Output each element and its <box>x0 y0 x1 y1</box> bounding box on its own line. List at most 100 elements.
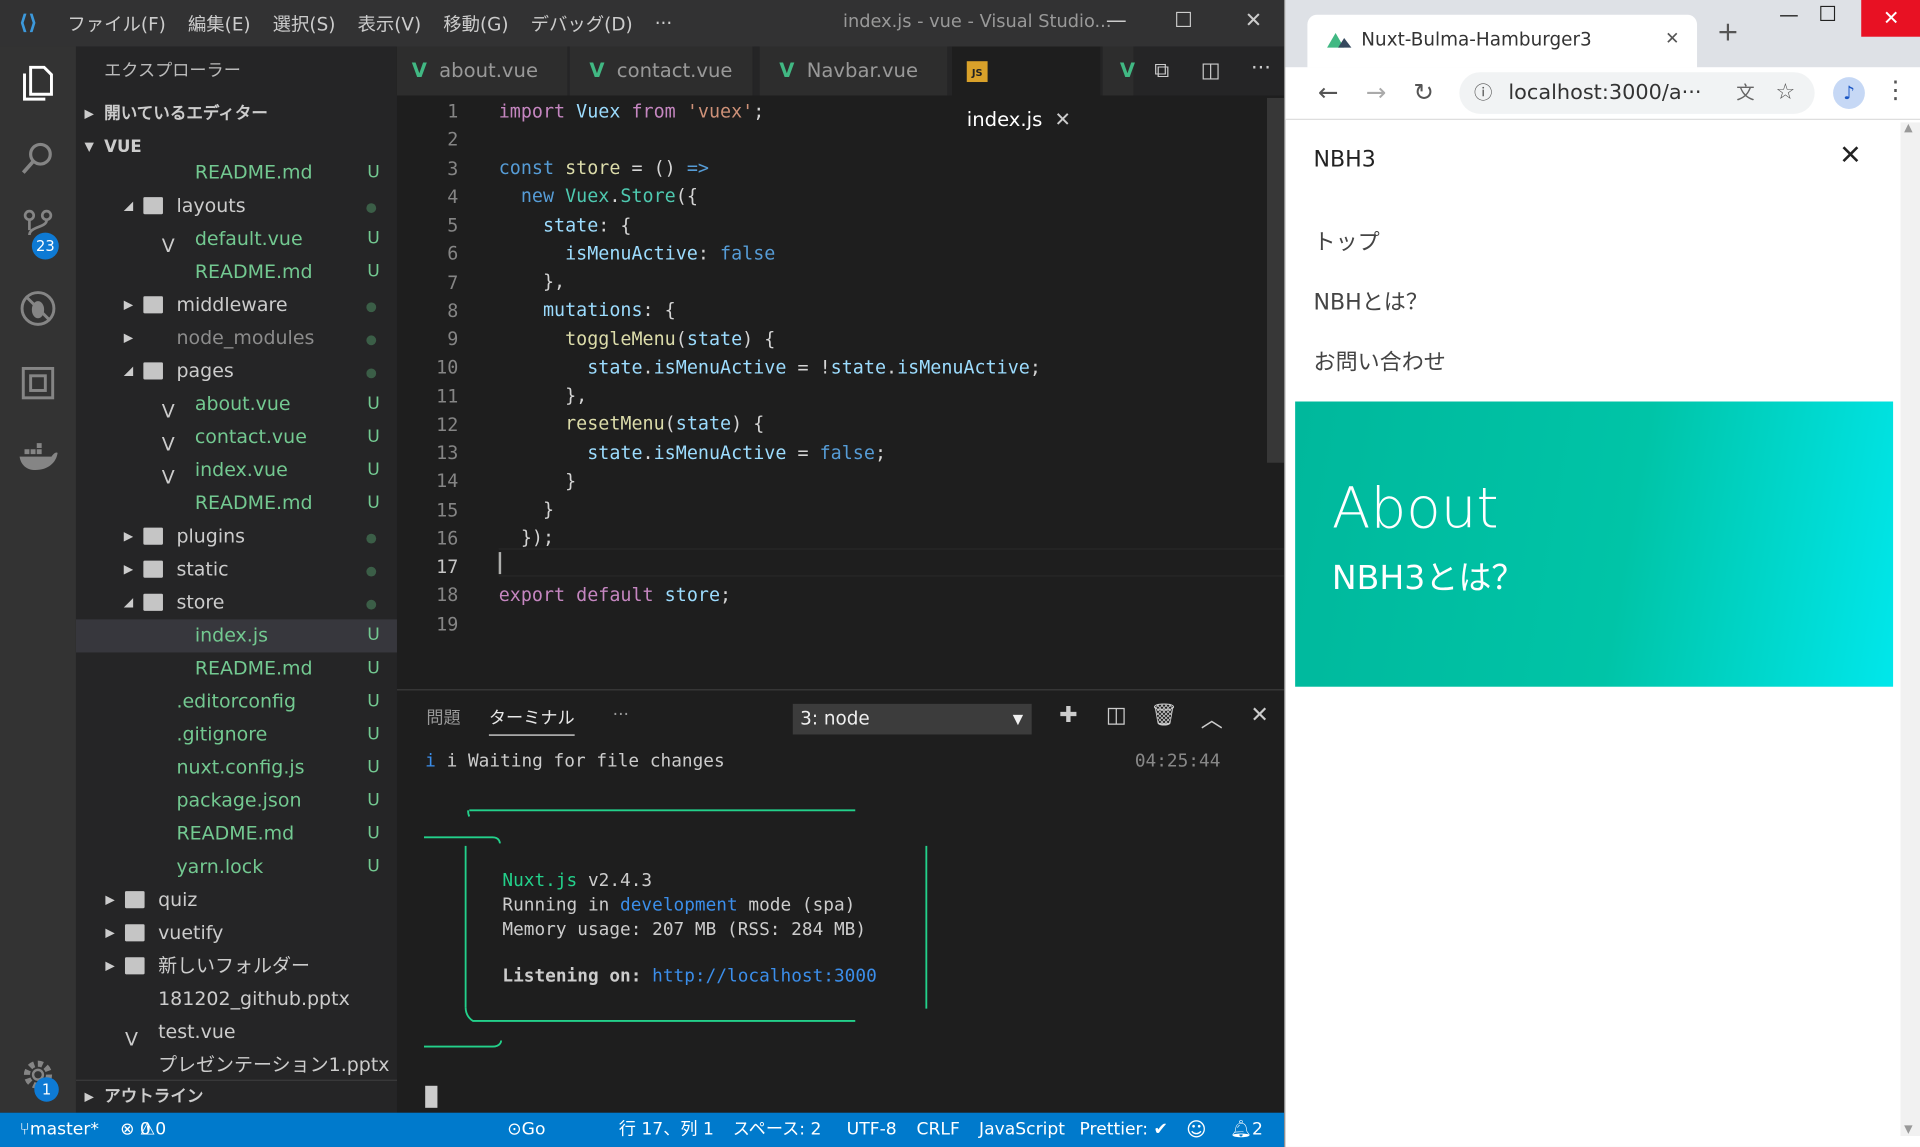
browser-scrollbar[interactable]: ▲ ▼ <box>1900 122 1920 1136</box>
debug-icon[interactable] <box>16 286 60 330</box>
tree-item[interactable]: README.md U <box>76 652 397 685</box>
new-tab-icon[interactable]: + <box>1717 17 1740 48</box>
feedback-smiley-icon[interactable]: ☺ <box>1186 1113 1206 1147</box>
tree-item[interactable]: index.js U <box>75 619 397 653</box>
editor-tabs: Vabout.vue Vcontact.vue V Navbar.vue JSin… <box>396 46 1285 131</box>
close-window-icon[interactable]: ✕ <box>1861 0 1920 37</box>
tree-item[interactable]: ▶ middleware <box>76 289 397 322</box>
tree-item[interactable]: ◢ pages <box>76 355 397 388</box>
profile-avatar-icon[interactable]: ♪ <box>1833 77 1865 109</box>
tree-item[interactable]: README.md U <box>76 487 397 520</box>
panel-more-button[interactable]: ··· <box>613 705 629 725</box>
tree-item[interactable]: README.md U <box>76 256 397 289</box>
problems-indicator[interactable]: ⊗ 0 ⚠ 0 <box>120 1113 166 1147</box>
indentation[interactable]: スペース: 2 <box>733 1113 822 1147</box>
maximize-panel-icon[interactable]: ︿ <box>1197 703 1226 735</box>
tab-overflow[interactable]: V <box>1102 46 1135 96</box>
tree-item[interactable]: ▶ static <box>76 553 397 586</box>
tree-item[interactable]: .gitignore U <box>76 719 397 752</box>
dropdown-arrow-icon: ▼ <box>1012 711 1024 728</box>
docker-icon[interactable] <box>16 436 60 480</box>
tab-index-js[interactable]: JSindex.js ✕ <box>952 46 1102 131</box>
split-terminal-icon[interactable]: ◫ <box>1102 703 1131 729</box>
cursor-position[interactable]: 行 17、列 1 <box>619 1113 714 1147</box>
tab-terminal[interactable]: ターミナル <box>488 705 575 736</box>
tree-item[interactable]: README.md U <box>76 818 397 851</box>
localhost-link[interactable]: http://localhost:3000 <box>652 967 877 987</box>
open-editors-section[interactable]: ▶ 開いているエディター <box>76 98 397 131</box>
menu-edit[interactable]: 編集(E) <box>177 10 262 36</box>
tab-contact-vue[interactable]: Vcontact.vue <box>569 46 754 96</box>
tree-item[interactable]: ▶ vuetify <box>76 917 397 950</box>
back-arrow-icon[interactable]: ← <box>1311 77 1345 106</box>
tree-item[interactable]: ▶ node_modules <box>76 322 397 355</box>
minimize-icon[interactable]: — <box>1779 2 1799 25</box>
tree-item[interactable]: package.json U <box>76 785 397 818</box>
tree-item[interactable]: ▶ plugins <box>76 520 397 553</box>
tree-item[interactable]: Vcontact.vue U <box>76 421 397 455</box>
search-icon[interactable] <box>16 136 60 180</box>
maximize-icon[interactable]: ☐ <box>1818 2 1837 26</box>
branch-indicator[interactable]: ⑂ master* <box>20 1113 99 1147</box>
tab-navbar-vue[interactable]: V Navbar.vue <box>759 46 949 96</box>
open-changes-icon[interactable]: ⧉ <box>1154 59 1169 83</box>
nav-item-top[interactable]: トップ <box>1314 225 1380 257</box>
menu-file[interactable]: ファイル(F) <box>56 10 177 36</box>
forward-arrow-icon[interactable]: → <box>1359 77 1393 106</box>
browser-tab[interactable]: Nuxt-Bulma-Hamburger3 ✕ <box>1307 14 1698 68</box>
prettier-status[interactable]: Prettier: ✔ <box>1079 1113 1167 1147</box>
tree-item[interactable]: ◢ store <box>76 586 397 619</box>
reload-icon[interactable]: ↻ <box>1407 77 1441 106</box>
tree-item[interactable]: Vabout.vue U <box>76 388 397 422</box>
menu-go[interactable]: 移動(G) <box>432 10 519 36</box>
tree-item[interactable]: README.md U <box>76 157 397 190</box>
extensions-icon[interactable] <box>16 361 60 405</box>
tree-item[interactable]: ◢ layouts <box>76 190 397 223</box>
tree-item[interactable]: Vtest.vue <box>76 1016 397 1050</box>
address-bar[interactable]: ⓘ localhost:3000/a··· 文 ☆ <box>1459 72 1815 114</box>
more-actions-icon[interactable]: ··· <box>1251 56 1271 80</box>
split-editor-icon[interactable]: ◫ <box>1201 59 1221 83</box>
tree-item[interactable]: プレゼンテーション1.pptx <box>76 1049 397 1082</box>
explorer-icon[interactable] <box>16 61 60 105</box>
tree-item[interactable]: Vdefault.vue U <box>76 223 397 257</box>
outline-section[interactable]: ▶ アウトライン <box>75 1079 397 1113</box>
menu-view[interactable]: 表示(V) <box>346 10 432 36</box>
translate-icon[interactable]: 文 <box>1736 72 1754 114</box>
new-terminal-icon[interactable]: ✚ <box>1054 703 1083 729</box>
editor-scrollbar[interactable] <box>1266 97 1285 463</box>
tree-item[interactable]: .editorconfig U <box>76 685 397 718</box>
menu-more[interactable]: ··· <box>644 12 684 34</box>
close-panel-icon[interactable]: ✕ <box>1245 703 1274 729</box>
language-mode[interactable]: JavaScript <box>979 1113 1065 1147</box>
site-brand[interactable]: NBH3 <box>1314 147 1376 173</box>
tree-item[interactable]: ▶ quiz <box>76 884 397 917</box>
tree-item[interactable]: yarn.lock U <box>76 851 397 884</box>
line-ending[interactable]: CRLF <box>917 1113 960 1147</box>
menu-debug[interactable]: デバッグ(D) <box>520 10 644 36</box>
code-editor[interactable]: 1 2 3 4 5 6 7 8 9 10 11 12 13 14 15 16 17 18 19 import Vue… <box>397 95 1285 689</box>
nav-item-about[interactable]: NBHとは？ <box>1314 285 1428 317</box>
go-live-button[interactable]: ⊙ Go Live <box>507 1113 545 1147</box>
current-line-highlight <box>498 548 1285 577</box>
terminal-select[interactable]: 3: node ▼ <box>792 703 1032 735</box>
menu-close-icon[interactable]: ✕ <box>1839 141 1862 172</box>
info-icon[interactable]: ⓘ <box>1474 72 1492 114</box>
minimize-icon[interactable]: — <box>1098 9 1135 36</box>
close-window-icon[interactable]: ✕ <box>1235 9 1272 36</box>
tab-about-vue[interactable]: Vabout.vue <box>396 46 569 96</box>
tree-item[interactable]: Vindex.vue U <box>76 454 397 488</box>
encoding[interactable]: UTF-8 <box>847 1113 897 1147</box>
nav-item-contact[interactable]: お問い合わせ <box>1314 345 1446 377</box>
chrome-menu-icon[interactable]: ⋮ <box>1883 75 1908 104</box>
bookmark-star-icon[interactable]: ☆ <box>1775 72 1795 114</box>
close-tab-icon[interactable]: ✕ <box>1665 15 1679 64</box>
maximize-icon[interactable]: ☐ <box>1165 9 1202 36</box>
tree-item[interactable]: ▶ 新しいフォルダー <box>76 950 397 983</box>
kill-terminal-icon[interactable]: 🗑 <box>1149 703 1178 729</box>
menu-selection[interactable]: 選択(S) <box>262 10 347 36</box>
tree-item[interactable]: 181202_github.pptx <box>76 983 397 1016</box>
tree-item[interactable]: nuxt.config.js U <box>76 752 397 785</box>
tab-problems[interactable]: 問題 <box>426 705 460 729</box>
notifications-indicator[interactable]: 🔔︎ 2 <box>1230 1113 1263 1147</box>
